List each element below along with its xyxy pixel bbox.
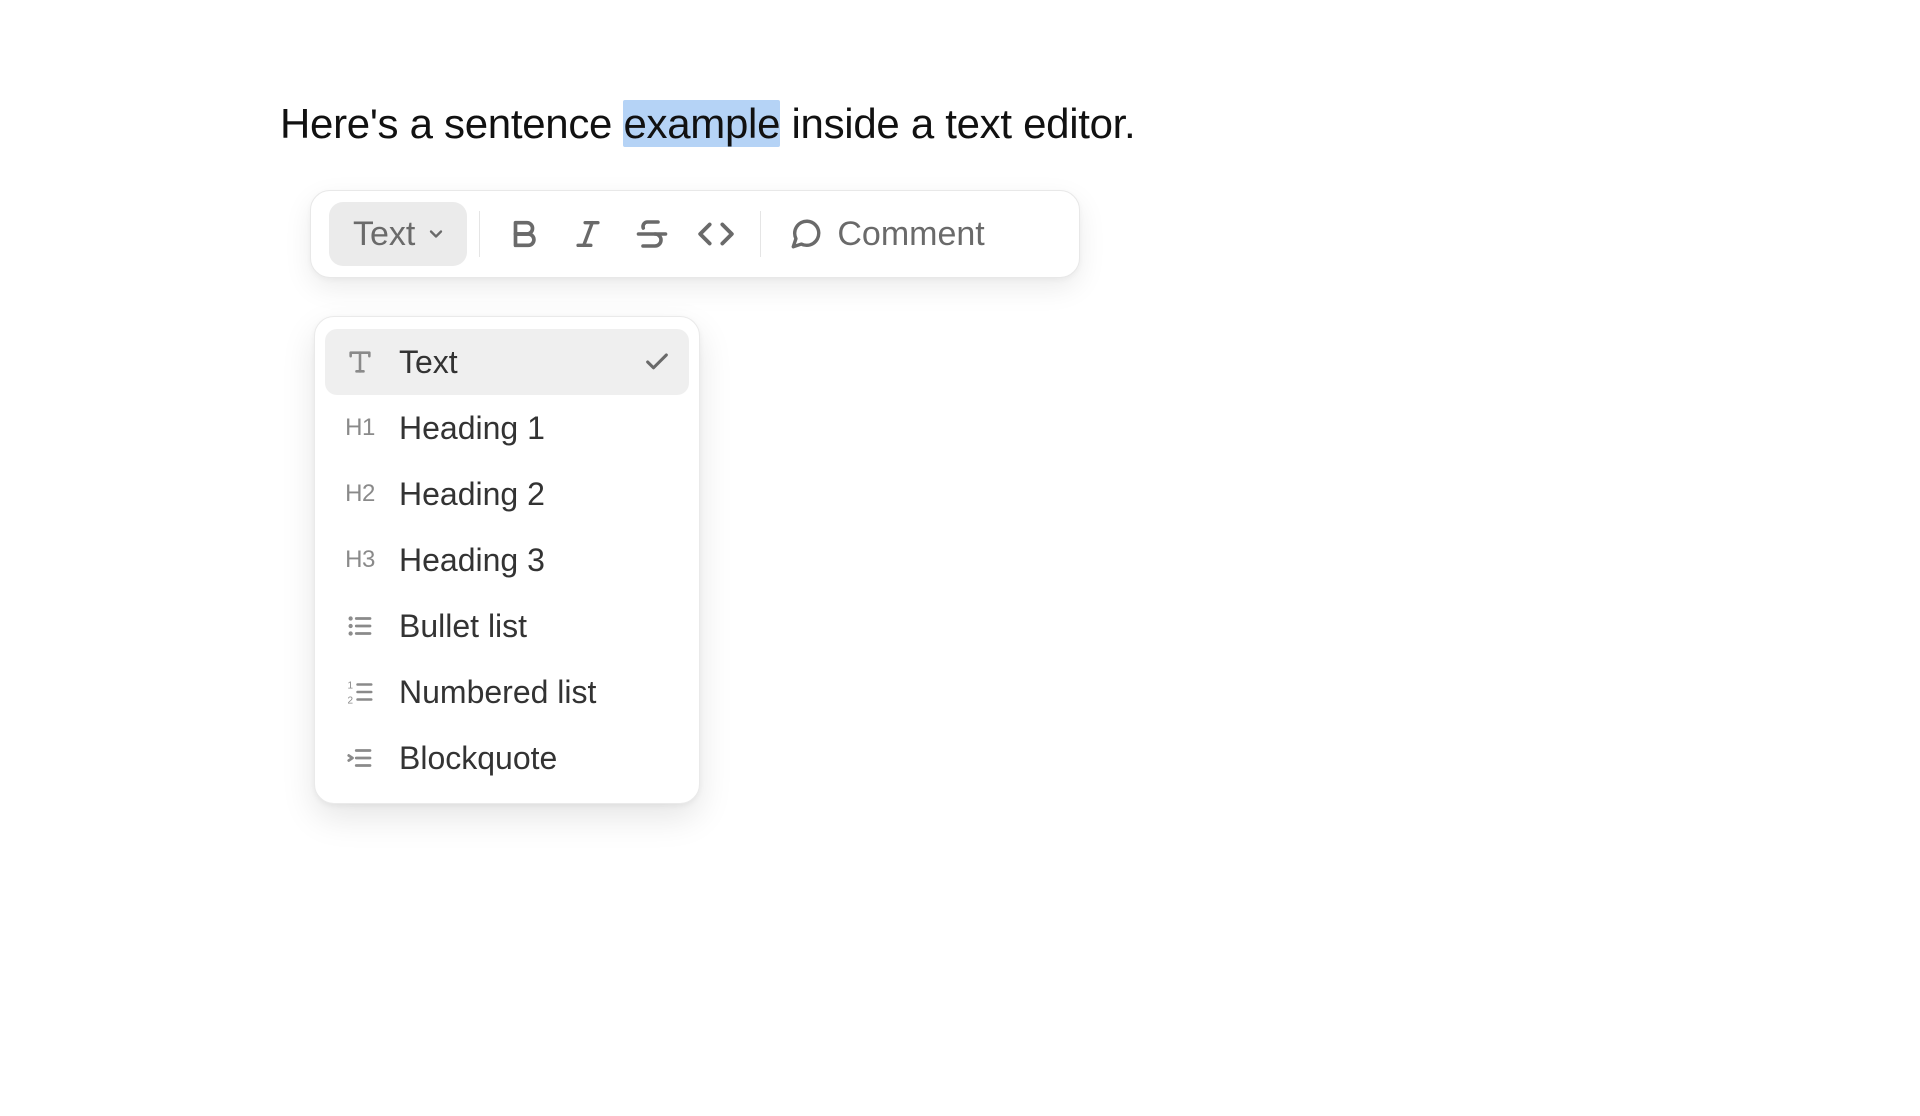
- bold-button[interactable]: [492, 202, 556, 266]
- block-type-dropdown-button[interactable]: Text: [329, 202, 467, 266]
- heading-3-icon: H3: [341, 541, 379, 579]
- dropdown-item-heading-1[interactable]: H1 Heading 1: [325, 395, 689, 461]
- dropdown-item-label: Heading 2: [399, 476, 545, 513]
- dropdown-item-heading-2[interactable]: H2 Heading 2: [325, 461, 689, 527]
- dropdown-item-label: Blockquote: [399, 740, 557, 777]
- check-icon: [643, 348, 671, 376]
- editor-text-after: inside a text editor.: [780, 100, 1135, 147]
- dropdown-item-label: Heading 1: [399, 410, 545, 447]
- dropdown-item-numbered-list[interactable]: 12 Numbered list: [325, 659, 689, 725]
- italic-icon: [571, 217, 605, 251]
- code-button[interactable]: [684, 202, 748, 266]
- comment-icon: [789, 217, 823, 251]
- bold-icon: [507, 217, 541, 251]
- dropdown-item-bullet-list[interactable]: Bullet list: [325, 593, 689, 659]
- dropdown-item-blockquote[interactable]: Blockquote: [325, 725, 689, 791]
- chevron-down-icon: [425, 223, 447, 245]
- dropdown-item-label: Bullet list: [399, 608, 527, 645]
- heading-2-icon: H2: [341, 475, 379, 513]
- editor-text[interactable]: Here's a sentence example inside a text …: [280, 100, 1135, 148]
- strikethrough-button[interactable]: [620, 202, 684, 266]
- heading-1-icon: H1: [341, 409, 379, 447]
- toolbar-divider: [479, 211, 480, 257]
- code-icon: [697, 215, 735, 253]
- bullet-list-icon: [341, 607, 379, 645]
- toolbar-divider: [760, 211, 761, 257]
- strikethrough-icon: [634, 216, 670, 252]
- comment-button[interactable]: Comment: [773, 202, 1000, 266]
- dropdown-item-text[interactable]: Text: [325, 329, 689, 395]
- editor-text-selected: example: [623, 100, 780, 147]
- comment-label: Comment: [837, 215, 984, 254]
- dropdown-item-heading-3[interactable]: H3 Heading 3: [325, 527, 689, 593]
- editor-text-before: Here's a sentence: [280, 100, 623, 147]
- dropdown-item-label: Heading 3: [399, 542, 545, 579]
- formatting-toolbar: Text Comment: [310, 190, 1080, 278]
- italic-button[interactable]: [556, 202, 620, 266]
- dropdown-item-label: Text: [399, 344, 458, 381]
- text-icon: [341, 343, 379, 381]
- numbered-list-icon: 12: [341, 673, 379, 711]
- dropdown-item-label: Numbered list: [399, 674, 596, 711]
- block-type-label: Text: [353, 215, 415, 254]
- svg-text:2: 2: [348, 695, 354, 706]
- blockquote-icon: [341, 739, 379, 777]
- block-type-dropdown-menu: Text H1 Heading 1 H2 Heading 2 H3 Headin…: [314, 316, 700, 804]
- svg-text:1: 1: [348, 680, 354, 691]
